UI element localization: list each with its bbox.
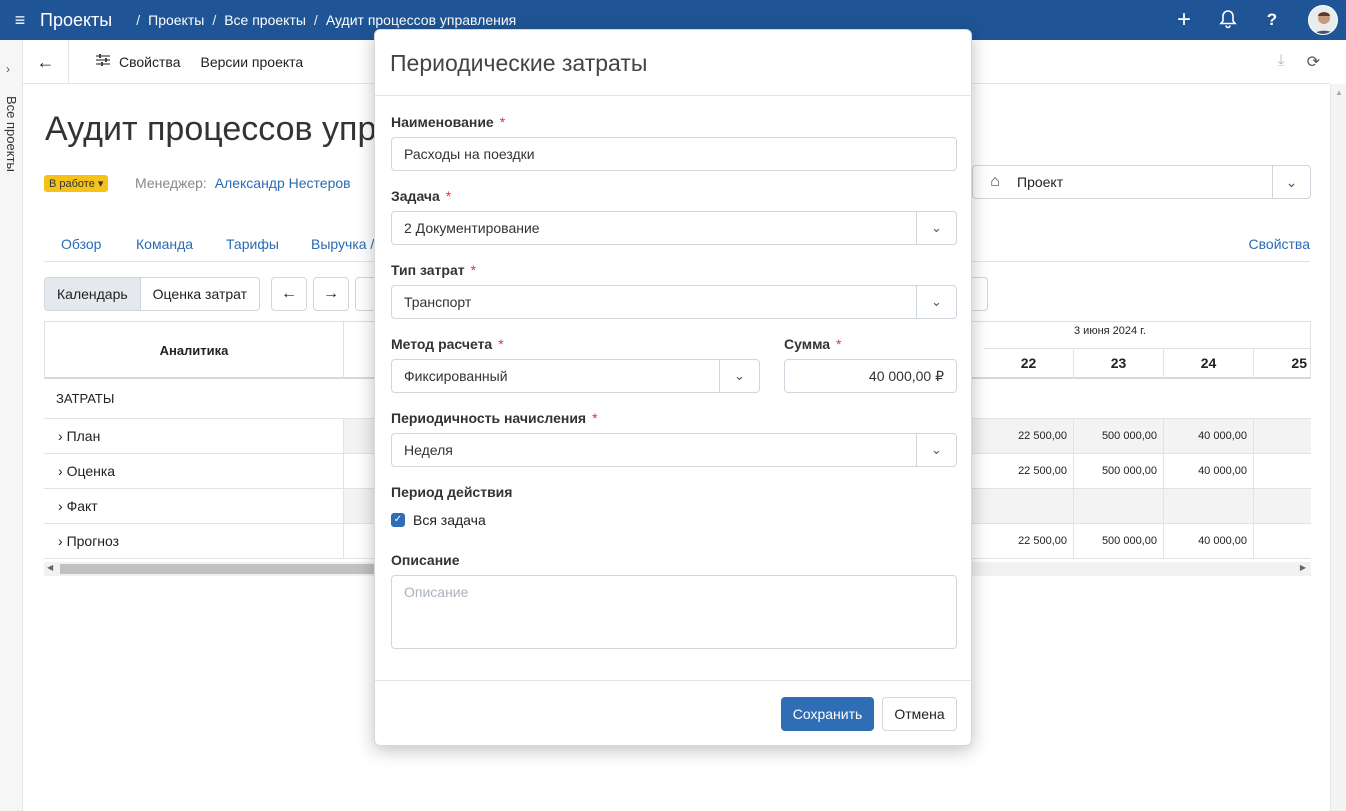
vertical-scrollbar[interactable]: ▲ <box>1330 84 1346 811</box>
next-arrow-icon[interactable]: → <box>313 277 349 311</box>
scroll-left-icon[interactable]: ◀ <box>47 563 53 572</box>
name-label: Наименование * <box>391 114 506 130</box>
tab-rates[interactable]: Тарифы <box>226 236 279 252</box>
method-label: Метод расчета * <box>391 336 504 352</box>
app-title[interactable]: Проекты <box>40 10 112 31</box>
chevron-down-icon[interactable]: ⌄ <box>916 286 956 318</box>
dialog-title: Периодические затраты <box>390 50 648 76</box>
estimate-view-button[interactable]: Оценка затрат <box>139 278 259 310</box>
month-label: 3 июня 2024 г. <box>1074 325 1146 337</box>
task-label: Задача * <box>391 188 452 204</box>
view-toggle: Календарь Оценка затрат <box>44 277 261 311</box>
expand-rail-icon[interactable]: › <box>6 62 10 76</box>
cell: 22 500,00 <box>984 454 1074 489</box>
prev-arrow-icon[interactable]: ← <box>271 277 307 311</box>
cell <box>984 489 1074 524</box>
breadcrumb-all-projects[interactable]: Все проекты <box>224 12 306 28</box>
cell <box>1164 489 1254 524</box>
bell-icon[interactable] <box>1206 9 1250 32</box>
sliders-icon <box>95 53 111 70</box>
day-22: 22 <box>984 348 1074 379</box>
cell: 40 000,00 <box>1164 524 1254 559</box>
side-rail: › Все проекты <box>0 40 23 811</box>
name-field[interactable]: Расходы на поездки <box>391 137 957 171</box>
refresh-icon[interactable]: ⟳ <box>1307 52 1320 72</box>
status-badge[interactable]: В работе ▾ <box>44 175 109 192</box>
user-avatar[interactable] <box>1308 5 1338 35</box>
cell: 40 000,00 <box>1164 419 1254 454</box>
validity-label: Период действия <box>391 484 513 500</box>
tab-revenue[interactable]: Выручка / <box>311 236 374 252</box>
hamburger-menu-icon[interactable]: ≡ <box>0 10 40 31</box>
cancel-button[interactable]: Отмена <box>882 697 957 731</box>
sum-label: Сумма * <box>784 336 842 352</box>
description-textarea[interactable]: Описание <box>391 575 957 649</box>
calendar-view-button[interactable]: Календарь <box>45 278 140 310</box>
cell: 500 000,00 <box>1074 524 1164 559</box>
tab-properties[interactable]: Свойства <box>1249 236 1310 252</box>
sum-field[interactable]: 40 000,00 ₽ <box>784 359 957 393</box>
tab-overview[interactable]: Обзор <box>61 236 101 252</box>
versions-button[interactable]: Версии проекта <box>200 54 303 70</box>
chevron-down-icon[interactable]: ⌄ <box>719 360 759 392</box>
chevron-down-icon[interactable]: ⌄ <box>1272 166 1310 198</box>
project-selector[interactable]: ⌂ Проект ⌄ <box>972 165 1311 199</box>
method-select[interactable]: Фиксированный ⌄ <box>391 359 760 393</box>
task-select[interactable]: 2 Документирование ⌄ <box>391 211 957 245</box>
day-24: 24 <box>1164 348 1254 379</box>
project-title: Аудит процессов упра <box>45 110 375 148</box>
scroll-right-icon[interactable]: ▶ <box>1300 563 1306 572</box>
analytics-header: Аналитика <box>44 321 344 379</box>
download-icon[interactable]: ⤓ <box>1278 52 1285 72</box>
day-23: 23 <box>1074 348 1164 379</box>
save-button[interactable]: Сохранить <box>781 697 874 731</box>
cell: 22 500,00 <box>984 524 1074 559</box>
back-arrow-icon[interactable]: ← <box>23 39 69 84</box>
row-fact[interactable]: › Факт <box>44 489 344 524</box>
all-projects-rail-label[interactable]: Все проекты <box>4 96 19 172</box>
manager-link[interactable]: Александр Нестеров <box>215 175 351 191</box>
help-icon[interactable]: ? <box>1250 10 1294 30</box>
plus-icon[interactable]: + <box>1162 6 1206 34</box>
breadcrumb-current: Аудит процессов управления <box>325 12 517 28</box>
chevron-down-icon[interactable]: ⌄ <box>916 212 956 244</box>
row-forecast[interactable]: › Прогноз <box>44 524 344 559</box>
scroll-thumb[interactable] <box>60 564 380 574</box>
tab-team[interactable]: Команда <box>136 236 193 252</box>
cost-type-select[interactable]: Транспорт ⌄ <box>391 285 957 319</box>
breadcrumb-projects[interactable]: Проекты <box>148 12 204 28</box>
row-estimate[interactable]: › Оценка <box>44 454 344 489</box>
periodic-costs-dialog: Периодические затраты Наименование * Расх… <box>374 29 972 746</box>
checkmark-icon[interactable]: ✓ <box>391 513 405 527</box>
cell: 500 000,00 <box>1074 454 1164 489</box>
cell: 22 500,00 <box>984 419 1074 454</box>
period-select[interactable]: Неделя ⌄ <box>391 433 957 467</box>
whole-task-checkbox[interactable]: ✓ Вся задача <box>391 512 486 528</box>
properties-button[interactable]: Свойства <box>95 53 180 70</box>
cell <box>1074 489 1164 524</box>
chevron-down-icon[interactable]: ⌄ <box>916 434 956 466</box>
breadcrumb: / Проекты / Все проекты / Аудит процессо… <box>136 12 517 28</box>
period-label: Периодичность начисления * <box>391 410 598 426</box>
home-icon: ⌂ <box>990 173 1000 190</box>
manager-info: Менеджер: Александр Нестеров <box>135 175 351 191</box>
description-label: Описание <box>391 552 460 568</box>
cell: 500 000,00 <box>1074 419 1164 454</box>
cost-type-label: Тип затрат * <box>391 262 477 278</box>
day-25: 25 <box>1291 355 1307 371</box>
row-plan[interactable]: › План <box>44 419 344 454</box>
cell: 40 000,00 <box>1164 454 1254 489</box>
